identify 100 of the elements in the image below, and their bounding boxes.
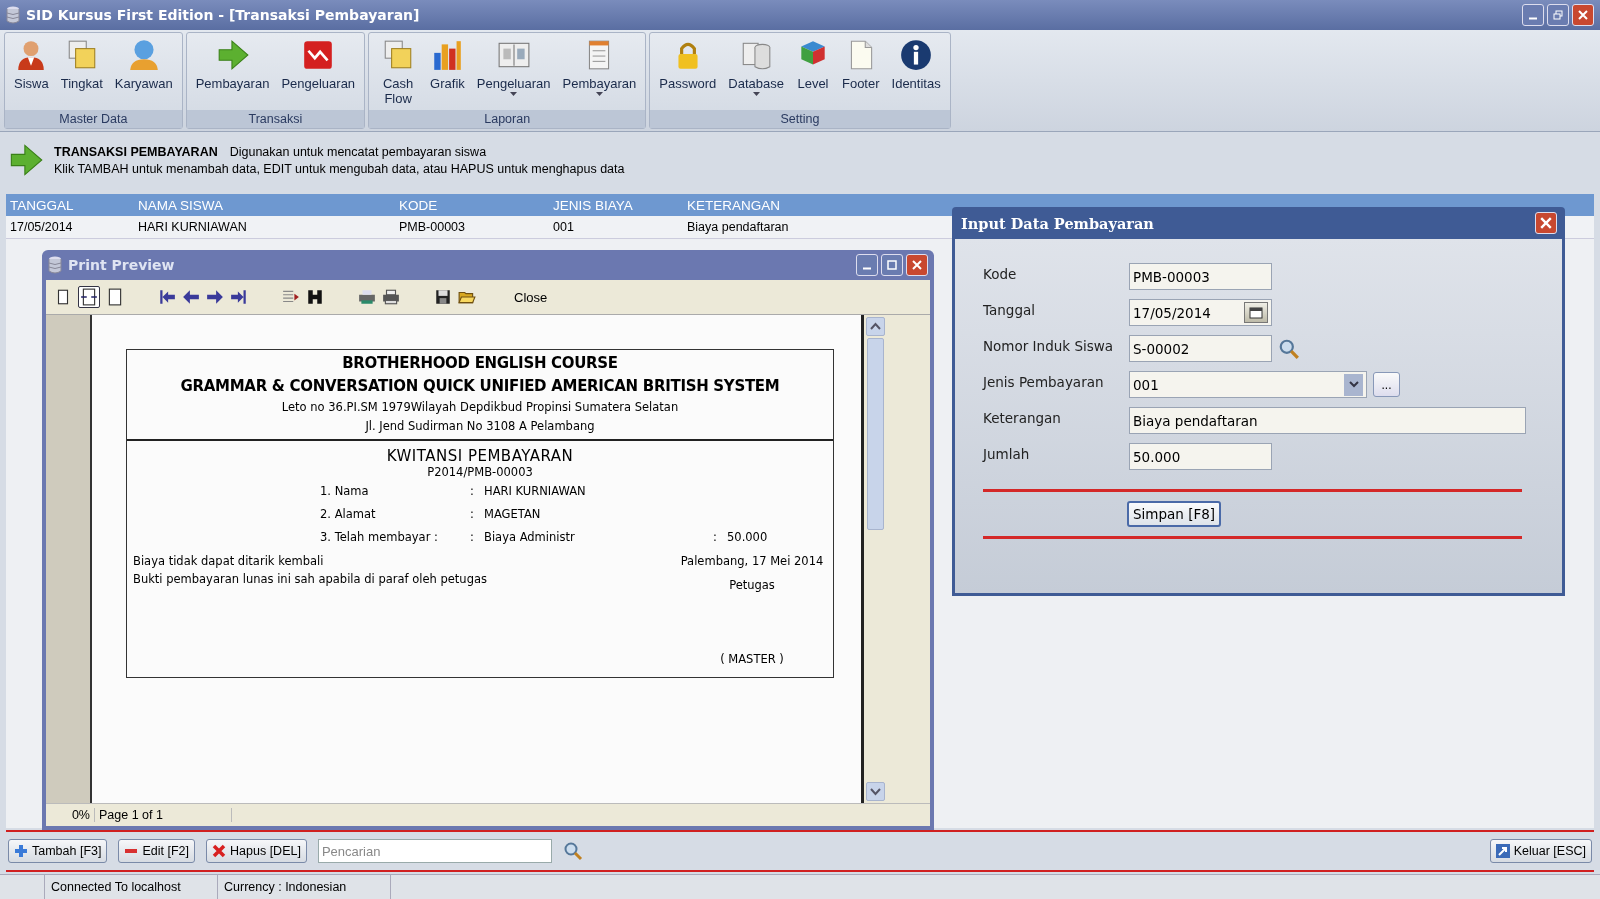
search-icon[interactable] — [1278, 337, 1300, 360]
note-text: Biaya tidak dapat ditarik kembali — [133, 554, 325, 568]
close-icon — [912, 260, 922, 270]
group-label: Laporan — [369, 110, 646, 128]
save-button[interactable]: Simpan [F8] — [1127, 501, 1222, 527]
window-title: SID Kursus First Edition - [Transaksi Pembayaran] — [26, 7, 421, 23]
delete-button[interactable]: Hapus [DEL] — [206, 839, 307, 863]
maximize-button[interactable] — [881, 254, 903, 276]
exit-button[interactable]: Keluar [ESC] — [1489, 839, 1592, 863]
table-cell-text: 17/05/2014 — [9, 220, 73, 234]
ribbon-button[interactable]: Identitas — [886, 36, 946, 110]
ribbon-button[interactable]: Karyawan — [109, 36, 178, 110]
first-page-icon[interactable] — [158, 288, 176, 306]
fit-width-icon[interactable] — [80, 288, 98, 306]
status-text: Currency : Indonesian — [218, 875, 391, 899]
field-value: MAGETAN — [484, 506, 542, 521]
separator-text: : — [470, 529, 475, 544]
signer-title: Petugas — [729, 578, 775, 592]
ribbon-button[interactable]: Pembayaran — [557, 36, 642, 110]
app-icon — [48, 256, 62, 274]
group-label: Setting — [650, 110, 950, 128]
separator-text: : — [470, 506, 475, 521]
ribbon-button[interactable]: Database — [723, 36, 789, 110]
status-text: Connected To localhost — [45, 875, 218, 899]
app-icon — [6, 6, 20, 24]
last-page-icon[interactable] — [230, 288, 248, 306]
input-field[interactable]: PMB-00003 — [1129, 263, 1272, 290]
zoom-text: 0% — [46, 808, 95, 822]
ribbon-button[interactable]: Footer — [836, 36, 885, 110]
date-field[interactable]: 17/05/2014 — [1129, 299, 1272, 326]
ribbon-button[interactable]: Password — [654, 36, 722, 110]
minimize-button[interactable] — [856, 254, 878, 276]
edit-button[interactable]: Edit [F2] — [118, 839, 196, 863]
scrollbar[interactable] — [864, 315, 886, 803]
full-page-icon[interactable] — [106, 288, 124, 306]
window-title: Print Preview — [68, 257, 176, 273]
dropdown-field[interactable]: 001 — [1129, 371, 1367, 398]
section-description: Digunakan untuk mencatat pembayaran siswa — [229, 144, 487, 159]
report-heading: Jl. Jend Sudirman No 3108 A Pelambang — [365, 419, 595, 433]
calendar-icon[interactable] — [1244, 302, 1268, 323]
table-cell-text: PMB-00003 — [398, 220, 465, 234]
field-label: Tanggal — [983, 302, 1036, 318]
printer-setup-icon[interactable] — [358, 288, 376, 306]
report-heading: Leto no 36.PI.SM 1979Wilayah Depdikbud Propinsi Sumatera Selatan — [281, 400, 679, 414]
close-button[interactable] — [906, 254, 928, 276]
ribbon-button[interactable]: Level — [790, 36, 835, 110]
scroll-down-icon[interactable] — [865, 782, 885, 801]
browse-button[interactable]: ... — [1373, 372, 1400, 397]
minimize-icon — [863, 267, 871, 270]
ribbon-button[interactable]: Tingkat — [55, 36, 108, 110]
dialog-title: Input Data Pembayaran — [961, 214, 1154, 232]
table-cell-text: Biaya pendaftaran — [686, 220, 789, 234]
close-icon — [1540, 217, 1552, 229]
input-field[interactable]: 50.000 — [1129, 443, 1272, 470]
cross-icon — [212, 844, 227, 858]
input-field[interactable]: S-00002 — [1129, 335, 1272, 362]
previous-page-icon[interactable] — [182, 288, 200, 306]
field-value: Biaya Administr — [484, 529, 576, 544]
minimize-button[interactable] — [1522, 4, 1544, 26]
arrow-icon — [8, 142, 44, 178]
printer-icon[interactable] — [382, 288, 400, 306]
ribbon-button[interactable]: Pengeluaran — [471, 36, 556, 110]
close-button[interactable]: Close — [510, 287, 552, 307]
search-field[interactable]: Pencarian — [317, 839, 552, 863]
plus-icon — [14, 844, 28, 858]
field-label: 2. Alamat — [320, 506, 377, 521]
close-button[interactable] — [1535, 212, 1557, 234]
ribbon-button[interactable]: Pengeluaran — [276, 36, 361, 110]
field-label: Nomor Induk Siswa — [983, 338, 1115, 354]
search-icon[interactable] — [562, 841, 583, 861]
group-label: Master Data — [5, 110, 182, 128]
restore-button[interactable] — [1547, 4, 1569, 26]
field-label: Jenis Pembayaran — [983, 374, 1105, 390]
report-heading: GRAMMAR & CONVERSATION QUICK UNIFIED AMERICAN BRITISH SYSTEM — [180, 377, 780, 395]
field-label: Jumlah — [983, 446, 1031, 462]
ribbon-button[interactable]: Cash Flow — [373, 36, 424, 110]
receipt-number: P2014/PMB-00003 — [427, 465, 533, 479]
ribbon-button[interactable]: Grafik — [425, 36, 470, 110]
hint-text: Klik TAMBAH untuk menambah data, EDIT untuk mengubah data, atau HAPUS untuk menghapus data — [54, 161, 625, 176]
minimize-icon — [1529, 17, 1537, 20]
table-cell-text: 001 — [552, 220, 574, 234]
info-icon — [899, 38, 934, 72]
report-heading: BROTHERHOOD ENGLISH COURSE — [342, 354, 618, 372]
separator-text: : — [713, 529, 718, 544]
scroll-up-icon[interactable] — [865, 317, 885, 336]
ribbon-button[interactable]: Pembayaran — [190, 36, 275, 110]
section-title: TRANSAKSI PEMBAYARAN — [54, 144, 218, 159]
save-icon[interactable] — [434, 288, 452, 306]
restore-icon — [1553, 10, 1563, 20]
add-button[interactable]: Tambah [F3] — [8, 839, 108, 863]
next-page-icon[interactable] — [206, 288, 224, 306]
table-cell-text: HARI KURNIAWAN — [137, 220, 247, 234]
input-field[interactable]: Biaya pendaftaran — [1129, 407, 1526, 434]
ribbon-button[interactable]: Siswa — [9, 36, 54, 110]
receipt-title: KWITANSI PEMBAYARAN — [386, 447, 574, 465]
amount-text: 50.000 — [727, 529, 769, 544]
note-text: Bukti pembayaran lunas ini sah apabila di paraf oleh petugas — [133, 572, 487, 586]
exit-arrow-icon — [1495, 844, 1510, 858]
close-button[interactable] — [1572, 4, 1594, 26]
field-value: HARI KURNIAWAN — [484, 483, 587, 498]
